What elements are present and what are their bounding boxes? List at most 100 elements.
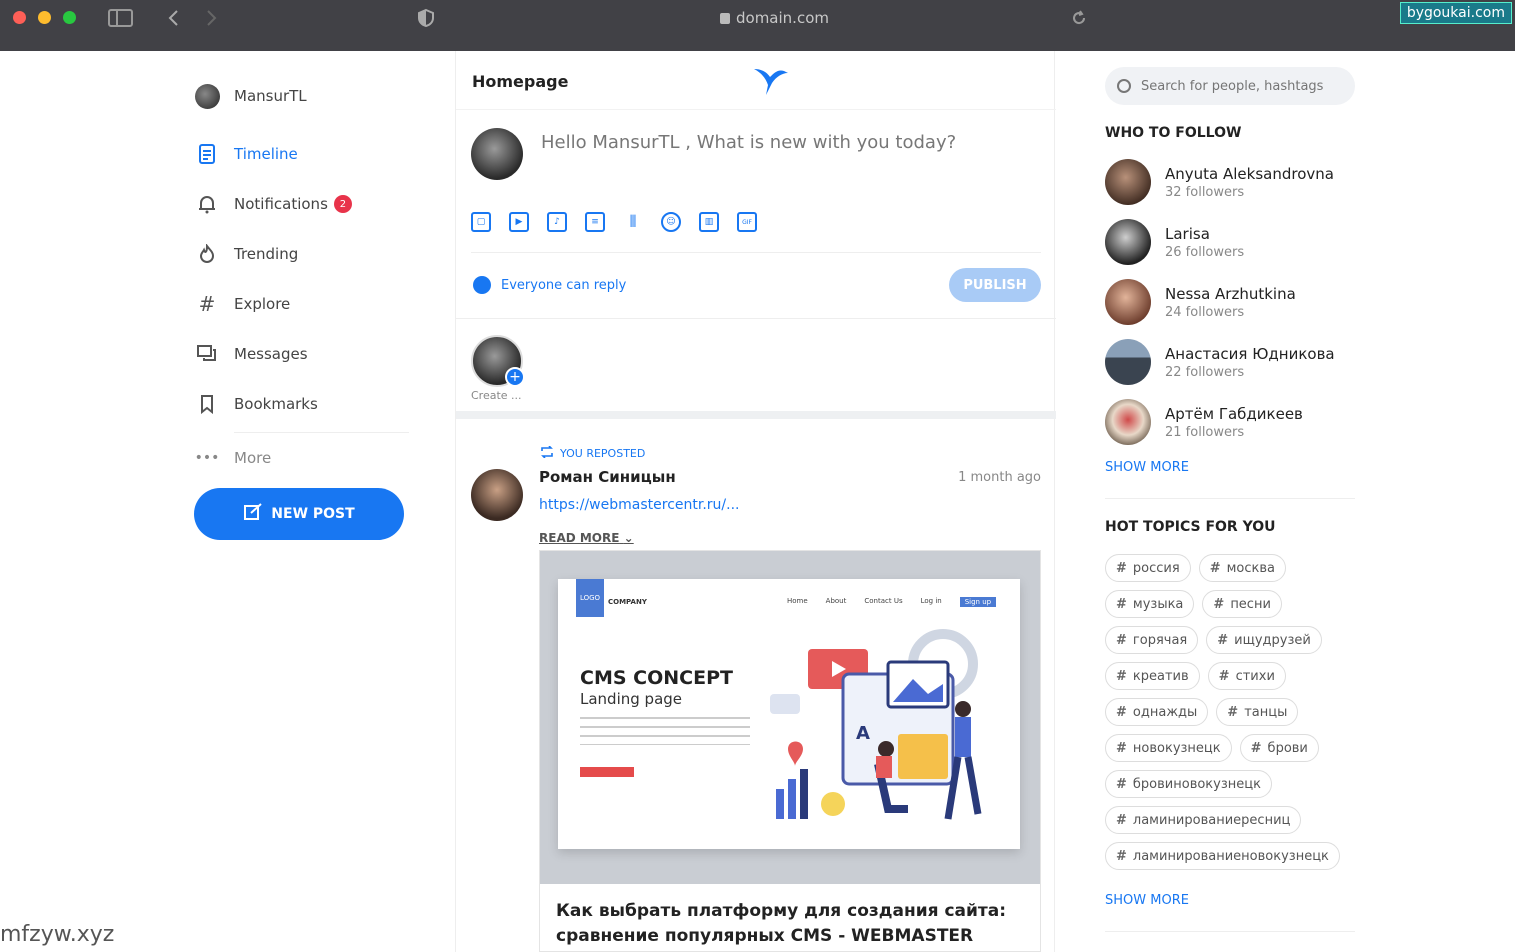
topic-tag[interactable]: # ламинированиересниц — [1105, 806, 1302, 834]
topic-tag[interactable]: # однажды — [1105, 698, 1209, 726]
right-divider — [1105, 498, 1355, 499]
show-more-topics-link[interactable]: SHOW MORE — [1105, 893, 1189, 908]
hashtag-icon: # — [1116, 560, 1127, 576]
reply-setting[interactable]: Everyone can reply — [473, 276, 626, 294]
topic-tag[interactable]: # ламинированиеновокузнецк — [1105, 842, 1340, 870]
link-preview-image: LOGO COMPANY Home About Contact Us Log i… — [540, 551, 1040, 884]
post-author-name[interactable]: Роман Синицын — [539, 468, 676, 486]
show-more-follow-link[interactable]: SHOW MORE — [1105, 460, 1189, 475]
bell-icon — [194, 193, 220, 215]
mockup-paragraph — [580, 717, 750, 745]
maximize-window-button[interactable] — [63, 11, 76, 24]
close-window-button[interactable] — [13, 11, 26, 24]
topic-label: креатив — [1132, 668, 1189, 684]
topic-tag[interactable]: # москва — [1198, 554, 1286, 582]
voice-icon[interactable]: ⦀ — [623, 212, 643, 232]
shield-icon[interactable] — [417, 8, 435, 33]
back-icon[interactable] — [166, 8, 180, 33]
compose-divider — [471, 252, 1041, 253]
hashtag-icon: # — [1217, 632, 1229, 648]
image-icon[interactable]: ▢ — [471, 212, 491, 232]
follow-count: 21 followers — [1165, 424, 1245, 440]
topic-tag[interactable]: # креатив — [1105, 662, 1200, 690]
topic-label: стихи — [1235, 668, 1275, 684]
mockup-logo: LOGO — [576, 579, 604, 617]
chevron-down-icon: ⌄ — [623, 531, 634, 545]
hashtag-icon: # — [1116, 704, 1127, 720]
topic-tag[interactable]: # песни — [1202, 590, 1282, 618]
topic-tag[interactable]: # россия — [1105, 554, 1191, 582]
poll-icon[interactable]: ▥ — [699, 212, 719, 232]
sidebar-item-trending[interactable]: Trending — [194, 229, 409, 279]
audio-file-icon[interactable]: ♪ — [547, 212, 567, 232]
topic-tag[interactable]: # ищудрузей — [1206, 626, 1322, 654]
reload-icon[interactable] — [1071, 8, 1087, 33]
avatar — [1105, 219, 1151, 265]
topic-tag[interactable]: # танцы — [1216, 698, 1299, 726]
topic-tag[interactable]: # музыка — [1105, 590, 1195, 618]
topic-tag[interactable]: # горячая — [1105, 626, 1199, 654]
sidebar-item-label: More — [234, 449, 272, 467]
follow-count: 26 followers — [1165, 244, 1245, 260]
hashtag-icon: # — [1116, 776, 1127, 792]
publish-button[interactable]: PUBLISH — [949, 268, 1041, 302]
lock-icon — [720, 13, 730, 24]
sidebar-item-more[interactable]: ••• More — [194, 433, 409, 483]
follow-name: Артём Габдикеев — [1165, 404, 1303, 423]
topic-label: ламинированиеновокузнецк — [1132, 848, 1329, 864]
follow-suggestion[interactable]: Артём Габдикеев 21 followers — [1105, 392, 1365, 452]
sidebar-item-timeline[interactable]: Timeline — [194, 129, 409, 179]
sidebar-item-explore[interactable]: # Explore — [194, 279, 409, 329]
profile-avatar — [194, 83, 220, 109]
search-box[interactable] — [1105, 67, 1355, 105]
sidebar-profile[interactable]: MansurTL — [194, 51, 409, 129]
new-post-button[interactable]: NEW POST — [194, 488, 404, 540]
read-more-link[interactable]: READ MORE ⌄ — [539, 531, 634, 545]
hashtag-icon: # — [1116, 848, 1127, 864]
follow-suggestion[interactable]: Anyuta Aleksandrovna 32 followers — [1105, 152, 1365, 212]
site-badge: bygoukai.com — [1399, 2, 1512, 24]
forward-icon[interactable] — [205, 8, 219, 33]
sidebar-item-label: Messages — [234, 345, 308, 363]
topic-tag[interactable]: # новокузнецк — [1105, 734, 1232, 762]
sidebar-item-bookmarks[interactable]: Bookmarks — [194, 379, 409, 429]
search-input[interactable] — [1141, 78, 1331, 94]
follow-suggestion[interactable]: Nessa Arzhutkina 24 followers — [1105, 272, 1365, 332]
post-link[interactable]: https://webmastercentr.ru/... — [539, 497, 739, 513]
compose-input[interactable]: Hello MansurTL , What is new with you to… — [541, 132, 956, 153]
link-preview-card[interactable]: LOGO COMPANY Home About Contact Us Log i… — [539, 550, 1041, 952]
hashtag-icon: # — [1116, 632, 1127, 648]
mockup-nav-item: Contact Us — [864, 597, 903, 605]
avatar — [1105, 339, 1151, 385]
topic-label: брови — [1267, 740, 1308, 756]
topic-tag[interactable]: # бровиновокузнецк — [1105, 770, 1272, 798]
create-story-label: Create ... — [471, 389, 522, 402]
document-attach-icon[interactable]: ≡ — [585, 212, 605, 232]
sidebar-item-notifications[interactable]: Notifications 2 — [194, 179, 409, 229]
mockup-nav-item: Sign up — [959, 597, 997, 607]
video-icon[interactable]: ▶ — [509, 212, 529, 232]
sidebar: MansurTL Timeline Notifications 2 Trendi… — [194, 51, 409, 540]
follow-count: 22 followers — [1165, 364, 1245, 380]
mockup-nav-item: Home — [787, 597, 808, 605]
gif-icon[interactable]: GIF — [737, 212, 757, 232]
sidebar-item-label: Notifications — [234, 195, 328, 213]
new-post-label: NEW POST — [271, 506, 355, 522]
address-bar[interactable]: domain.com — [720, 9, 829, 27]
globe-icon — [473, 276, 491, 294]
hashtag-icon: # — [1250, 740, 1262, 756]
topic-tag[interactable]: # брови — [1239, 734, 1319, 762]
follow-suggestion[interactable]: Larisa 26 followers — [1105, 212, 1365, 272]
emoji-icon[interactable]: ☺ — [661, 212, 681, 232]
search-icon — [1117, 79, 1131, 93]
avatar — [1105, 399, 1151, 445]
watermark-text: mfzyw.xyz — [0, 922, 115, 947]
bird-logo-icon[interactable] — [752, 65, 790, 101]
sidebar-item-messages[interactable]: Messages — [194, 329, 409, 379]
follow-suggestion[interactable]: Анастасия Юдникова 22 followers — [1105, 332, 1365, 392]
topic-tag[interactable]: # стихи — [1207, 662, 1286, 690]
post-author-avatar[interactable] — [471, 469, 523, 521]
plus-icon[interactable]: + — [505, 367, 525, 387]
minimize-window-button[interactable] — [38, 11, 51, 24]
sidebar-toggle-icon[interactable] — [108, 8, 134, 33]
